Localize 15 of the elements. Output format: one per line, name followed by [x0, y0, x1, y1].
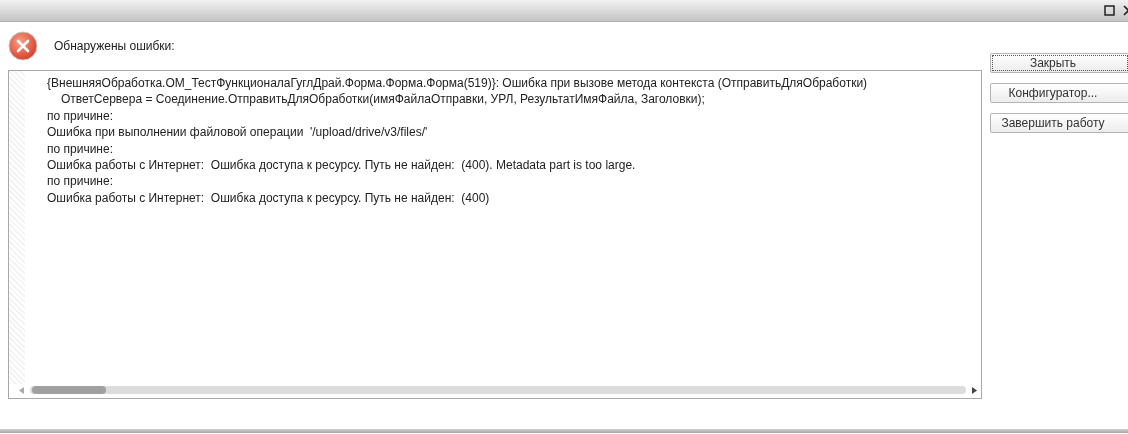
scroll-right-icon[interactable] [972, 386, 977, 394]
error-line: ОтветСервера = Соединение.ОтправитьДляОбработки(имяФайлаОтправки, УРЛ, РезультатИмяФайла, Заголовки); [60, 91, 706, 108]
maximize-icon[interactable] [1104, 5, 1115, 16]
error-icon [8, 31, 38, 61]
error-heading: Обнаружены ошибки: [54, 39, 175, 53]
error-line: {ВнешняяОбработка.ОМ_ТестФункционалаГуглДрай.Форма.Форма.Форма(519)}: Ошибка при вызове метода контекста (ОтправитьДляОбработки) [47, 75, 868, 92]
error-line: Ошибка при выполнении файловой операции '/upload/drive/v3/files/' [47, 124, 429, 141]
error-line: Ошибка работы с Интернет: Ошибка доступа к ресурсу. Путь не найден: (400) [47, 189, 491, 207]
dialog-button[interactable]: Конфигуратор... [990, 83, 1128, 103]
dialog-button[interactable]: Закрыть [990, 53, 1128, 73]
dialog-button[interactable]: Завершить работу [990, 113, 1128, 133]
error-line: по причине: [47, 140, 114, 158]
error-line: по причине: [47, 173, 114, 190]
error-line: по причине: [47, 107, 114, 125]
error-line: Ошибка работы с Интернет: Ошибка доступа к ресурсу. Путь не найден: (400). Metadata part is too large. [47, 157, 637, 174]
